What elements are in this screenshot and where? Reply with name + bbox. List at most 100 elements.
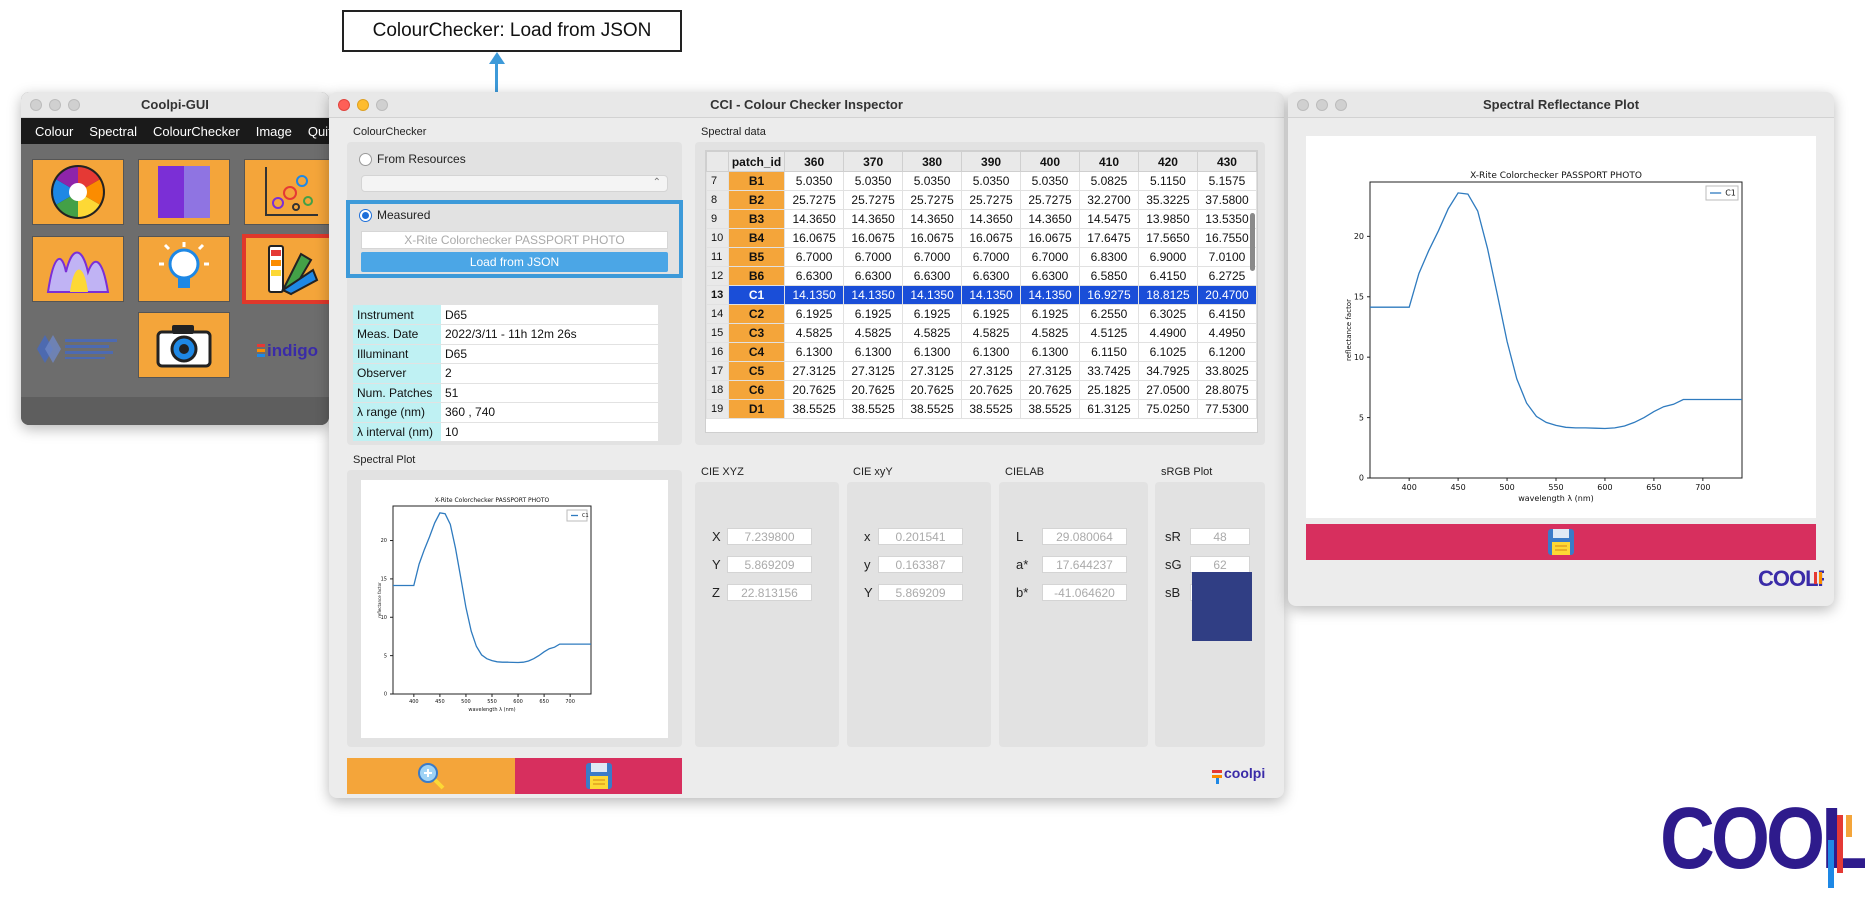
table-cell[interactable]: 14.5475 xyxy=(1079,209,1139,229)
row-number[interactable]: 14 xyxy=(706,304,729,324)
table-cell[interactable]: 37.5800 xyxy=(1196,190,1257,210)
table-cell[interactable]: 14.3650 xyxy=(1020,209,1080,229)
patch-id-cell[interactable]: C2 xyxy=(727,304,786,324)
table-cell[interactable]: 6.7000 xyxy=(961,247,1022,267)
menu-colour[interactable]: Colour xyxy=(27,124,81,139)
table-cell[interactable]: 16.7550 xyxy=(1196,228,1257,248)
table-cell[interactable]: 6.6300 xyxy=(902,266,963,286)
table-cell[interactable]: 4.5825 xyxy=(902,323,963,343)
table-cell[interactable]: 28.8075 xyxy=(1196,380,1257,400)
patch-id-cell[interactable]: C5 xyxy=(727,361,786,381)
colour-wheel-tile[interactable] xyxy=(32,159,124,225)
table-cell[interactable]: 18.8125 xyxy=(1137,285,1198,305)
table-cell[interactable]: 6.6300 xyxy=(843,266,904,286)
lightbulb-tile[interactable] xyxy=(138,236,230,302)
table-cell[interactable]: 6.7000 xyxy=(843,247,904,267)
table-cell[interactable]: 17.5650 xyxy=(1137,228,1198,248)
table-cell[interactable]: 25.7275 xyxy=(902,190,963,210)
table-cell[interactable]: 6.6300 xyxy=(1020,266,1080,286)
chromaticity-plot-tile[interactable] xyxy=(244,159,329,225)
zoom-plot-button[interactable] xyxy=(347,758,515,794)
camera-tile[interactable] xyxy=(138,312,230,378)
table-cell[interactable]: 20.7625 xyxy=(784,380,845,400)
row-number[interactable]: 18 xyxy=(706,380,729,400)
from-resources-radio[interactable] xyxy=(359,153,372,167)
patch-id-cell[interactable]: C6 xyxy=(727,380,786,400)
table-cell[interactable]: 34.7925 xyxy=(1137,361,1198,381)
row-number[interactable]: 11 xyxy=(706,247,729,267)
table-cell[interactable]: 13.5350 xyxy=(1196,209,1257,229)
table-cell[interactable]: 32.2700 xyxy=(1079,190,1139,210)
table-cell[interactable]: 4.5825 xyxy=(784,323,845,343)
table-cell[interactable]: 16.0675 xyxy=(961,228,1022,248)
table-cell[interactable]: 61.3125 xyxy=(1079,399,1139,419)
table-cell[interactable]: 6.5850 xyxy=(1079,266,1139,286)
table-cell[interactable]: 6.6300 xyxy=(784,266,845,286)
scrollbar[interactable] xyxy=(1250,213,1255,271)
patch-id-cell[interactable]: B4 xyxy=(727,228,786,248)
table-cell[interactable]: 25.7275 xyxy=(784,190,845,210)
table-cell[interactable]: 4.5825 xyxy=(961,323,1022,343)
colour-checker-tile[interactable] xyxy=(242,234,329,304)
table-cell[interactable]: 6.7000 xyxy=(902,247,963,267)
table-cell[interactable]: 35.3225 xyxy=(1137,190,1198,210)
table-cell[interactable]: 6.1925 xyxy=(1020,304,1080,324)
table-cell[interactable]: 27.3125 xyxy=(784,361,845,381)
row-number[interactable]: 13 xyxy=(706,285,729,305)
table-cell[interactable]: 14.3650 xyxy=(902,209,963,229)
save-plot-button[interactable] xyxy=(1306,524,1816,560)
table-cell[interactable]: 5.1150 xyxy=(1137,171,1198,191)
table-cell[interactable]: 16.0675 xyxy=(843,228,904,248)
row-number[interactable]: 12 xyxy=(706,266,729,286)
table-cell[interactable]: 6.1300 xyxy=(961,342,1022,362)
minimize-button[interactable] xyxy=(357,98,369,111)
table-row[interactable]: 10 B4 16.0675 16.0675 16.0675 16.0675 16.0675 1… xyxy=(706,228,1257,248)
table-cell[interactable]: 75.0250 xyxy=(1137,399,1198,419)
column-header[interactable]: patch_id xyxy=(727,151,786,172)
patch-id-cell[interactable]: C3 xyxy=(727,323,786,343)
table-row[interactable]: 18 C6 20.7625 20.7625 20.7625 20.7625 20.7625 2… xyxy=(706,380,1257,400)
table-row[interactable]: 7 B1 5.0350 5.0350 5.0350 5.0350 5.0350 5.0825 5… xyxy=(706,171,1257,191)
row-number[interactable]: 17 xyxy=(706,361,729,381)
table-cell[interactable]: 14.1350 xyxy=(902,285,963,305)
table-cell[interactable]: 6.4150 xyxy=(1196,304,1257,324)
table-cell[interactable]: 5.0350 xyxy=(1020,171,1080,191)
table-cell[interactable]: 14.1350 xyxy=(1020,285,1080,305)
menu-spectral[interactable]: Spectral xyxy=(81,124,145,139)
table-cell[interactable]: 27.3125 xyxy=(961,361,1022,381)
column-header[interactable]: 360 xyxy=(784,151,845,172)
row-number[interactable]: 15 xyxy=(706,323,729,343)
table-row[interactable]: 17 C5 27.3125 27.3125 27.3125 27.3125 27.3125 3… xyxy=(706,361,1257,381)
table-cell[interactable]: 14.1350 xyxy=(961,285,1022,305)
table-cell[interactable]: 77.5300 xyxy=(1196,399,1257,419)
table-cell[interactable]: 6.1200 xyxy=(1196,342,1257,362)
table-cell[interactable]: 17.6475 xyxy=(1079,228,1139,248)
table-cell[interactable]: 20.4700 xyxy=(1196,285,1257,305)
row-number[interactable]: 8 xyxy=(706,190,729,210)
table-cell[interactable]: 16.0675 xyxy=(1020,228,1080,248)
patch-id-cell[interactable]: B3 xyxy=(727,209,786,229)
table-cell[interactable]: 7.0100 xyxy=(1196,247,1257,267)
table-cell[interactable]: 5.0350 xyxy=(784,171,845,191)
table-cell[interactable]: 14.3650 xyxy=(843,209,904,229)
table-cell[interactable]: 5.1575 xyxy=(1196,171,1257,191)
table-row[interactable]: 19 D1 38.5525 38.5525 38.5525 38.5525 38.5525 6… xyxy=(706,399,1257,419)
table-cell[interactable]: 6.7000 xyxy=(784,247,845,267)
table-cell[interactable]: 5.0825 xyxy=(1079,171,1139,191)
table-cell[interactable]: 4.5125 xyxy=(1079,323,1139,343)
table-cell[interactable]: 25.1825 xyxy=(1079,380,1139,400)
table-cell[interactable]: 6.6300 xyxy=(961,266,1022,286)
table-cell[interactable]: 16.0675 xyxy=(784,228,845,248)
row-number[interactable]: 16 xyxy=(706,342,729,362)
zoom-button[interactable] xyxy=(1335,98,1347,111)
column-header[interactable]: 400 xyxy=(1020,151,1080,172)
table-cell[interactable]: 14.3650 xyxy=(961,209,1022,229)
minimize-button[interactable] xyxy=(1316,98,1328,111)
table-cell[interactable]: 6.1150 xyxy=(1079,342,1139,362)
colour-swatch-tile[interactable] xyxy=(138,159,230,225)
table-cell[interactable]: 33.8025 xyxy=(1196,361,1257,381)
table-cell[interactable]: 6.1300 xyxy=(1020,342,1080,362)
table-cell[interactable]: 6.2550 xyxy=(1079,304,1139,324)
table-cell[interactable]: 6.1925 xyxy=(843,304,904,324)
close-button[interactable] xyxy=(30,98,42,111)
